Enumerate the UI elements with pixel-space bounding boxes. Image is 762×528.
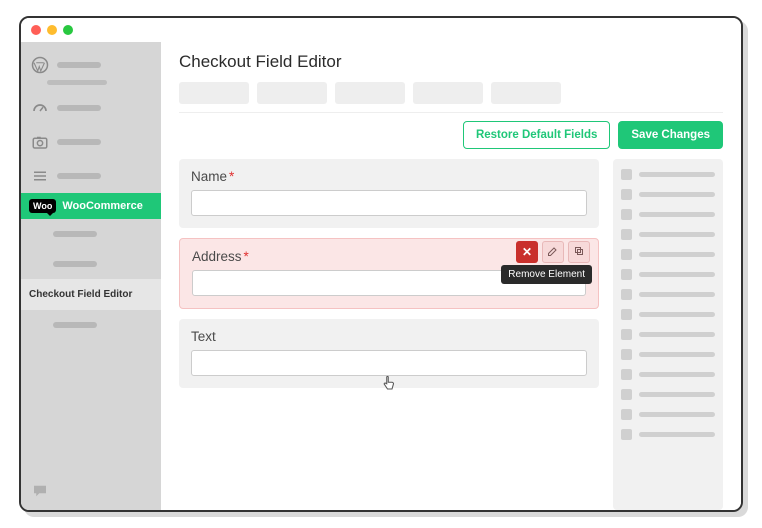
sidebar-item-generic[interactable] [21,249,161,279]
camera-icon [31,133,49,151]
tab-placeholder[interactable] [257,82,327,104]
main-content: Checkout Field Editor Restore Default Fi… [161,42,741,510]
sidebar-item-checkout-field-editor[interactable]: Checkout Field Editor [21,279,161,310]
palette-item[interactable] [621,209,715,220]
remove-tooltip: Remove Element [501,265,592,284]
tab-placeholder[interactable] [335,82,405,104]
sidebar-item-woocommerce[interactable]: Woo WooCommerce [21,193,161,219]
window-titlebar [21,18,741,42]
tab-placeholder[interactable] [413,82,483,104]
remove-field-button[interactable]: ✕ [516,241,538,263]
gauge-icon [31,99,49,117]
wordpress-icon [31,56,49,74]
tab-placeholder[interactable] [491,82,561,104]
close-icon: ✕ [522,245,532,259]
sidebar-item-performance[interactable] [21,91,161,125]
field-palette [613,159,723,510]
duplicate-field-button[interactable] [568,241,590,263]
palette-item[interactable] [621,389,715,400]
sidebar-stub [57,173,101,179]
admin-sidebar: Woo WooCommerce Checkout Field Editor [21,42,161,510]
minimize-window-icon[interactable] [47,25,57,35]
sidebar-item-comments[interactable] [21,472,161,510]
palette-item[interactable] [621,289,715,300]
name-input[interactable] [191,190,587,216]
sidebar-item-generic[interactable] [21,310,161,340]
sidebar-item-label: WooCommerce [62,200,142,212]
sidebar-stub [53,322,97,328]
workspace: Name * ✕ [179,159,723,510]
text-input[interactable] [191,350,587,376]
maximize-window-icon[interactable] [63,25,73,35]
sidebar-item-generic[interactable] [21,219,161,249]
edit-field-button[interactable] [542,241,564,263]
divider [179,112,723,113]
palette-item[interactable] [621,349,715,360]
woo-logo-icon: Woo [29,199,56,213]
save-changes-button[interactable]: Save Changes [618,121,723,149]
sidebar-item-dashboard[interactable] [21,48,161,82]
sidebar-item-list[interactable] [21,159,161,193]
copy-icon [573,245,585,260]
palette-item[interactable] [621,269,715,280]
pointer-cursor-icon [380,374,398,392]
palette-item[interactable] [621,309,715,320]
required-mark: * [244,249,249,264]
field-card-name[interactable]: Name * [179,159,599,228]
sidebar-stub [57,105,101,111]
tab-bar [179,82,723,104]
page-title: Checkout Field Editor [179,52,723,72]
palette-item[interactable] [621,169,715,180]
field-card-address[interactable]: ✕ [179,238,599,309]
restore-defaults-button[interactable]: Restore Default Fields [463,121,610,149]
list-icon [31,167,49,185]
required-mark: * [229,169,234,184]
sidebar-stub [57,139,101,145]
action-bar: Restore Default Fields Save Changes [179,121,723,149]
palette-item[interactable] [621,189,715,200]
palette-item[interactable] [621,409,715,420]
sidebar-item-label: Checkout Field Editor [29,289,132,300]
close-window-icon[interactable] [31,25,41,35]
sidebar-stub [53,261,97,267]
sidebar-item-media[interactable] [21,125,161,159]
palette-item[interactable] [621,429,715,440]
tab-placeholder[interactable] [179,82,249,104]
app-body: Woo WooCommerce Checkout Field Editor [21,42,741,510]
app-window: Woo WooCommerce Checkout Field Editor [19,16,743,512]
palette-item[interactable] [621,369,715,380]
sidebar-stub [53,231,97,237]
field-label: Text [191,329,587,344]
sidebar-stub [57,62,101,68]
palette-item[interactable] [621,229,715,240]
field-toolbar: ✕ [516,241,590,263]
palette-item[interactable] [621,329,715,340]
field-label: Name * [191,169,587,184]
field-card-text[interactable]: Text [179,319,599,388]
chat-icon [31,482,49,500]
sidebar-sub-stub [47,80,107,85]
palette-item[interactable] [621,249,715,260]
fields-column: Name * ✕ [179,159,599,510]
pencil-icon [547,245,559,260]
